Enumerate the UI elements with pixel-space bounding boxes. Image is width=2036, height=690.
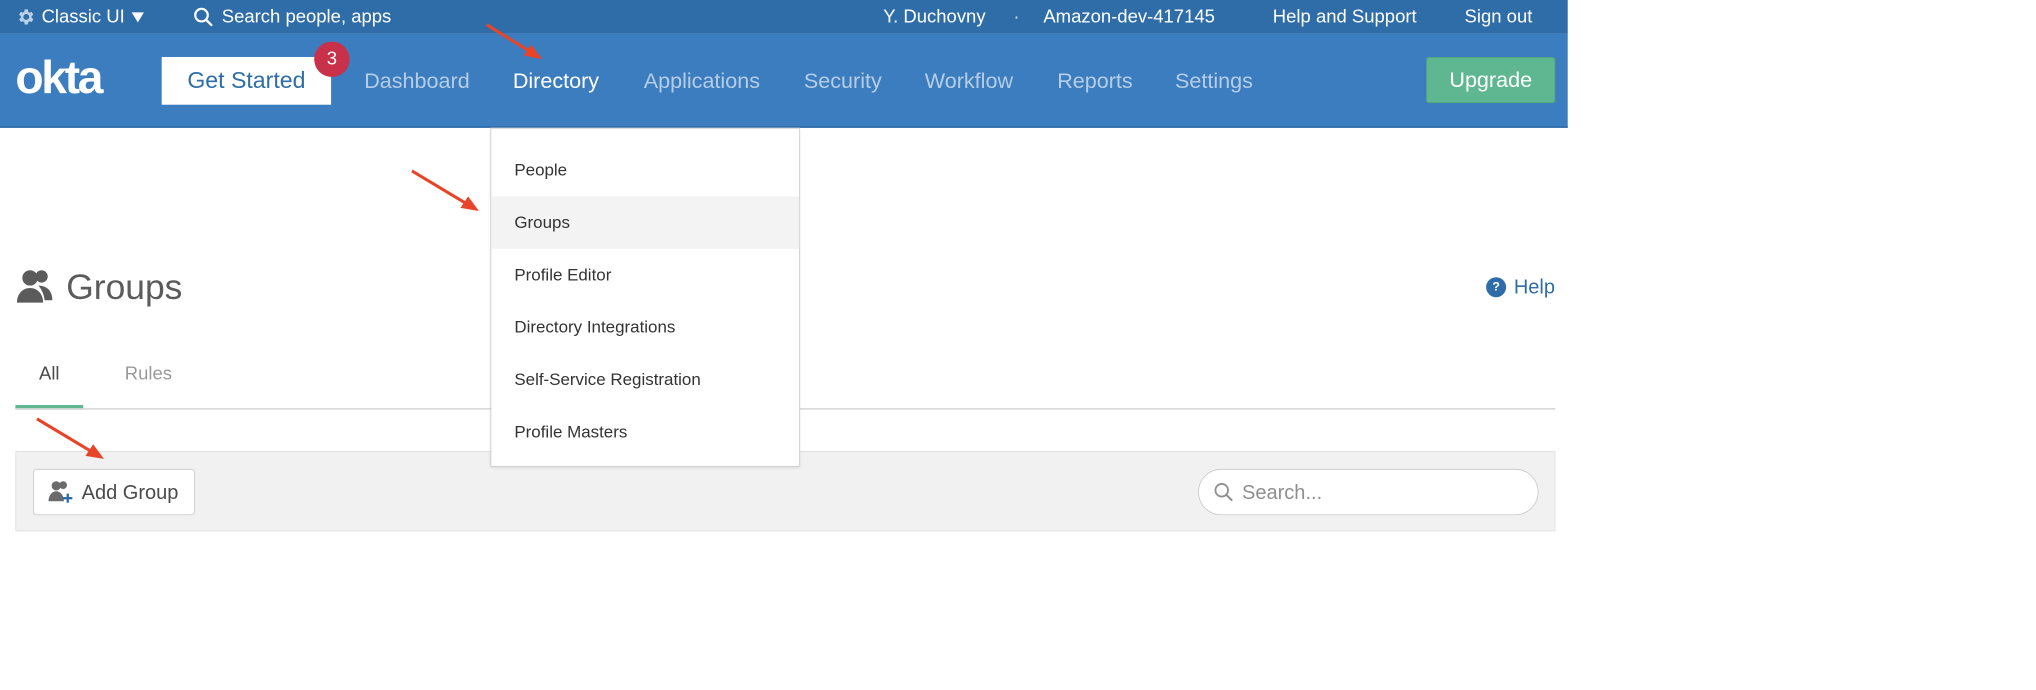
menu-item-directory-integrations[interactable]: Directory Integrations [491,301,799,353]
groups-search-field[interactable] [1198,468,1539,516]
menu-item-people[interactable]: People [491,144,799,196]
nav-security[interactable]: Security [804,34,882,128]
tab-all[interactable]: All [15,339,84,410]
menu-item-self-service-registration[interactable]: Self-Service Registration [491,353,799,405]
search-icon [1214,483,1233,502]
sign-out-link[interactable]: Sign out [1465,0,1533,34]
menu-item-profile-masters[interactable]: Profile Masters [491,406,799,458]
caret-down-icon [131,12,145,23]
okta-logo[interactable]: okta [15,51,103,104]
classic-ui-label: Classic UI [41,6,125,27]
upgrade-button[interactable]: Upgrade [1426,56,1556,104]
help-link[interactable]: ? Help [1486,275,1555,299]
global-search-placeholder: Search people, apps [221,6,392,27]
help-link-label: Help [1513,274,1556,298]
nav-directory[interactable]: Directory [513,34,599,128]
help-icon: ? [1486,276,1507,297]
help-and-support-link[interactable]: Help and Support [1273,0,1417,34]
nav-reports[interactable]: Reports [1057,34,1132,128]
org-name[interactable]: Amazon-dev-417145 [1043,0,1215,34]
tab-all-label: All [39,363,60,385]
page-title-text: Groups [66,266,183,307]
classic-ui-switcher[interactable]: Classic UI [15,0,145,34]
page-title: Groups [15,266,182,308]
main-navigation: okta Get Started 3 Dashboard Directory A… [0,33,1568,128]
notification-badge: 3 [314,41,350,77]
add-group-label: Add Group [81,480,179,504]
user-name[interactable]: Y. Duchovny [883,0,985,34]
add-group-button[interactable]: Add Group [33,468,195,516]
nav-settings[interactable]: Settings [1175,34,1253,128]
gear-icon [19,9,34,25]
tab-rules[interactable]: Rules [125,339,172,410]
nav-applications[interactable]: Applications [644,34,760,128]
menu-item-groups[interactable]: Groups [491,196,800,249]
global-search[interactable]: Search people, apps [193,0,392,34]
arrow-to-groups [411,169,479,211]
top-utility-bar: Classic UI Search people, apps Y. Duchov… [0,0,1568,34]
get-started-button[interactable]: Get Started [161,56,332,105]
nav-workflow[interactable]: Workflow [925,34,1013,128]
groups-search-input[interactable] [1242,480,1520,504]
separator-dot: · [1013,6,1020,27]
groups-icon [16,270,53,303]
directory-dropdown-menu: People Groups Profile Editor Directory I… [490,127,801,467]
menu-item-profile-editor[interactable]: Profile Editor [491,249,799,301]
add-group-icon [48,481,73,503]
search-icon [194,7,213,27]
nav-dashboard[interactable]: Dashboard [364,34,469,128]
